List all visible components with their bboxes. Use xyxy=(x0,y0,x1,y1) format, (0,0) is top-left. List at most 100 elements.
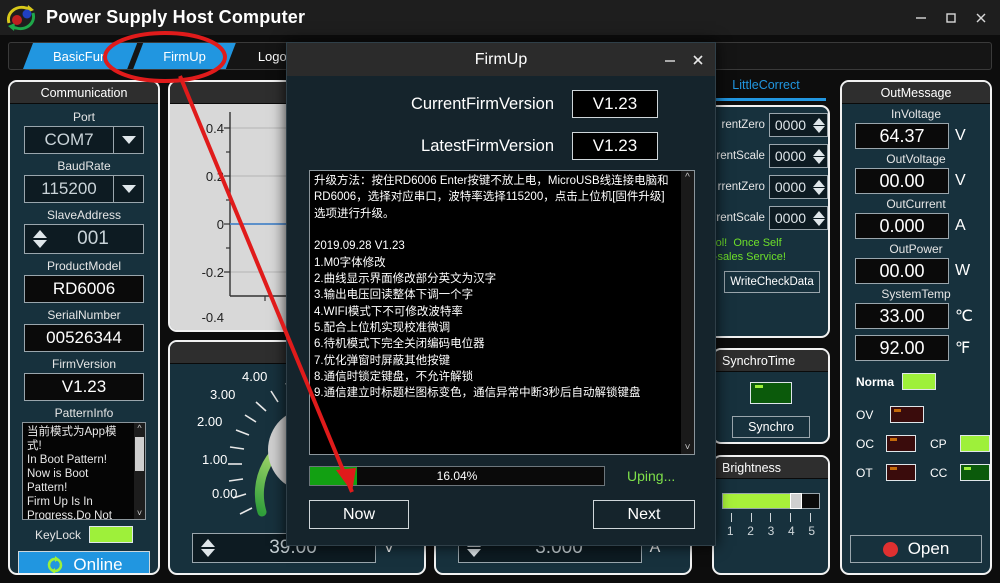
lc-stepper-3[interactable]: 0000 xyxy=(768,206,828,230)
close-icon[interactable] xyxy=(966,5,996,31)
oc-label: OC xyxy=(856,436,874,451)
brightness-slider-knob[interactable] xyxy=(790,493,803,509)
app-logo-icon xyxy=(4,3,38,33)
chevron-down-icon[interactable] xyxy=(113,127,143,153)
progress-row: 16.04% Uping... xyxy=(309,465,695,487)
patterninfo-textarea[interactable]: 当前模式为App模式! In Boot Pattern! Now is Boot… xyxy=(22,422,146,520)
current-firm-version-value: V1.23 xyxy=(572,90,658,118)
stepper-arrows-icon[interactable] xyxy=(811,210,827,226)
ot-label: OT xyxy=(856,465,873,480)
outpower-unit: W xyxy=(955,262,971,279)
refresh-icon xyxy=(48,556,63,573)
tab-littlecorrect[interactable]: LittleCorrect xyxy=(706,78,826,92)
tab-firmup[interactable]: FirmUp xyxy=(133,43,236,69)
lc-row: rentZero 0000 xyxy=(706,112,828,138)
write-check-data-button[interactable]: WriteCheckData xyxy=(724,270,820,293)
gauge-tick-4: 4.00 xyxy=(242,369,268,384)
release-notes-scrollbar[interactable]: ^ ˅ xyxy=(681,171,694,454)
ov-indicator xyxy=(890,406,924,423)
svg-text:-0.2: -0.2 xyxy=(202,265,224,280)
latest-firm-version-label: LatestFirmVersion xyxy=(421,136,554,155)
brightness-tick-4: 4 xyxy=(788,524,795,538)
brightness-slider[interactable] xyxy=(722,493,820,509)
slaveaddress-stepper[interactable]: 001 xyxy=(24,224,144,254)
littlecorrect-warning: Tool! Once Self er-sales Service! xyxy=(704,237,786,263)
systemtemp-f-row: 92.00 ℉ xyxy=(842,335,990,361)
outcurrent-row: 0.000 A xyxy=(842,213,990,239)
stepper-arrows-icon[interactable] xyxy=(811,117,827,133)
synchrotime-panel: SynchroTime Synchro xyxy=(712,348,830,444)
baudrate-select[interactable]: 115200 xyxy=(24,175,144,203)
patterninfo-scrollbar[interactable]: ^ ˅ xyxy=(134,423,145,519)
cc-indicator xyxy=(960,464,990,481)
lc-value-1: 0000 xyxy=(774,148,807,164)
outvoltage-unit: V xyxy=(955,172,966,189)
stepper-arrows-icon[interactable] xyxy=(25,230,55,248)
window-controls xyxy=(906,0,996,35)
latest-firm-version-row: LatestFirmVersion V1.23 xyxy=(287,132,715,160)
scrollbar-thumb[interactable] xyxy=(135,437,144,471)
stepper-arrows-icon[interactable] xyxy=(811,179,827,195)
systemtemp-c-row: 33.00 ℃ xyxy=(842,303,990,329)
keylock-indicator xyxy=(89,526,134,543)
firmup-dialog-titlebar: FirmUp xyxy=(287,43,715,76)
tab-basicfun-label: BasicFun xyxy=(53,48,108,64)
now-button[interactable]: Now xyxy=(309,500,409,529)
keylock-label: KeyLock xyxy=(34,527,82,542)
brightness-tick-5: 5 xyxy=(808,524,816,538)
outvoltage-label: OutVoltage xyxy=(886,152,946,166)
lc-stepper-2[interactable]: 0000 xyxy=(768,175,828,199)
lc-stepper-0[interactable]: 0000 xyxy=(768,113,828,137)
dialog-minimize-icon[interactable] xyxy=(659,48,681,72)
lc-stepper-1[interactable]: 0000 xyxy=(768,144,828,168)
app-title: Power Supply Host Computer xyxy=(46,7,306,27)
scroll-down-icon[interactable]: ˅ xyxy=(685,442,691,453)
outcurrent-value: 0.000 xyxy=(855,213,949,239)
firmup-dialog-title: FirmUp xyxy=(474,50,528,68)
stepper-arrows-icon[interactable] xyxy=(193,539,223,557)
tab-littlecorrect-underline xyxy=(706,98,826,101)
online-label: Online xyxy=(73,555,123,574)
lc-row: rrentZero 0000 xyxy=(706,174,828,200)
scroll-up-icon[interactable]: ^ xyxy=(685,172,690,183)
tab-firmup-label: FirmUp xyxy=(163,48,206,64)
status-row-ot-cc: OT CC xyxy=(856,464,990,481)
next-button[interactable]: Next xyxy=(593,500,695,529)
cp-label: CP xyxy=(930,436,947,451)
communication-title: Communication xyxy=(10,82,158,104)
minimize-icon[interactable] xyxy=(906,5,936,31)
stepper-arrows-icon[interactable] xyxy=(811,148,827,164)
latest-firm-version-value: V1.23 xyxy=(572,132,658,160)
open-button[interactable]: Open xyxy=(850,535,982,563)
dialog-close-icon[interactable] xyxy=(687,48,709,72)
svg-text:0.2: 0.2 xyxy=(206,169,224,184)
ov-label: OV xyxy=(856,407,874,422)
baudrate-value: 115200 xyxy=(41,179,97,198)
svg-text:0: 0 xyxy=(217,217,224,232)
involtage-unit: V xyxy=(955,127,966,144)
maximize-icon[interactable] xyxy=(936,5,966,31)
outmessage-panel: OutMessage InVoltage 64.37 V OutVoltage … xyxy=(840,80,992,575)
title-bar: Power Supply Host Computer xyxy=(0,0,1000,35)
tab-basicfun[interactable]: BasicFun xyxy=(23,43,137,69)
slaveaddress-label: SlaveAddress xyxy=(46,208,122,222)
outmessage-title: OutMessage xyxy=(842,82,990,104)
scroll-up-icon[interactable]: ^ xyxy=(137,423,141,434)
release-notes-textarea[interactable]: 升级方法：按住RD6006 Enter按键不放上电，MicroUSB线连接电脑和… xyxy=(309,170,695,455)
application-window: Power Supply Host Computer BasicFun Firm… xyxy=(0,0,1000,583)
firmup-dialog-controls xyxy=(659,43,709,76)
systemtemp-label: SystemTemp xyxy=(881,287,951,301)
gauge-tick-0: 0.00 xyxy=(212,486,238,501)
scroll-down-icon[interactable]: ˅ xyxy=(137,508,142,519)
online-button[interactable]: Online xyxy=(18,551,150,574)
involtage-row: 64.37 V xyxy=(842,123,990,149)
brightness-title: Brightness xyxy=(714,457,828,479)
brightness-tick-3: 3 xyxy=(767,524,775,538)
patterninfo-label: PatternInfo xyxy=(54,406,114,420)
port-select[interactable]: COM7 xyxy=(24,126,144,154)
outcurrent-unit: A xyxy=(955,217,966,234)
serialnumber-label: SerialNumber xyxy=(47,308,121,322)
chevron-down-icon[interactable] xyxy=(113,176,143,202)
synchro-button[interactable]: Synchro xyxy=(732,416,810,438)
involtage-label: InVoltage xyxy=(890,107,942,121)
